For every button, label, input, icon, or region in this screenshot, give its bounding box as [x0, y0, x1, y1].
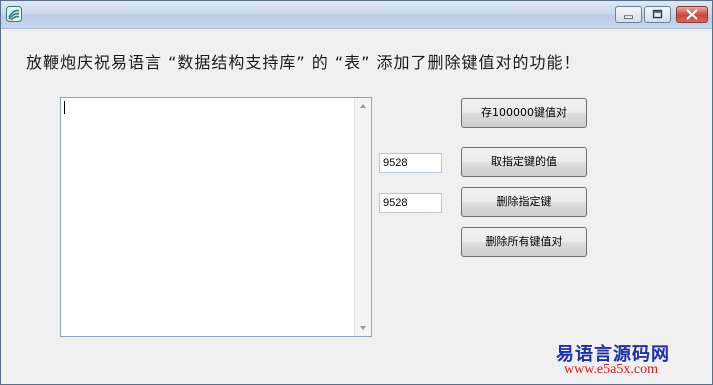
- key-input-get[interactable]: [379, 153, 442, 173]
- announcement-label: 放鞭炮庆祝易语言 “数据结构支持库” 的 “表” 添加了删除键值对的功能！: [26, 53, 581, 72]
- vertical-scrollbar[interactable]: [354, 98, 371, 336]
- store-pairs-button[interactable]: 存100000键值对: [461, 98, 587, 128]
- key-input-delete[interactable]: [379, 193, 442, 213]
- app-icon: [6, 6, 22, 22]
- title-bar[interactable]: [1, 1, 712, 29]
- app-window: 放鞭炮庆祝易语言 “数据结构支持库” 的 “表” 添加了删除键值对的功能！ 存1…: [0, 0, 713, 385]
- watermark-site-url: www.e5a5x.com: [564, 362, 658, 377]
- maximize-button[interactable]: [644, 6, 671, 23]
- minimize-icon: [624, 15, 633, 19]
- close-button[interactable]: [676, 6, 708, 23]
- close-icon: [686, 9, 698, 20]
- minimize-button[interactable]: [615, 6, 642, 23]
- scroll-up-arrow-icon[interactable]: [355, 98, 371, 114]
- get-value-button[interactable]: 取指定键的值: [461, 147, 587, 177]
- scroll-down-arrow-icon[interactable]: [355, 320, 371, 336]
- delete-key-button[interactable]: 删除指定键: [461, 187, 587, 217]
- delete-all-button[interactable]: 删除所有键值对: [461, 227, 587, 257]
- text-caret: [64, 101, 65, 114]
- maximize-icon: [652, 9, 663, 19]
- output-textarea[interactable]: [60, 97, 372, 337]
- client-area: 放鞭炮庆祝易语言 “数据结构支持库” 的 “表” 添加了删除键值对的功能！ 存1…: [4, 29, 709, 381]
